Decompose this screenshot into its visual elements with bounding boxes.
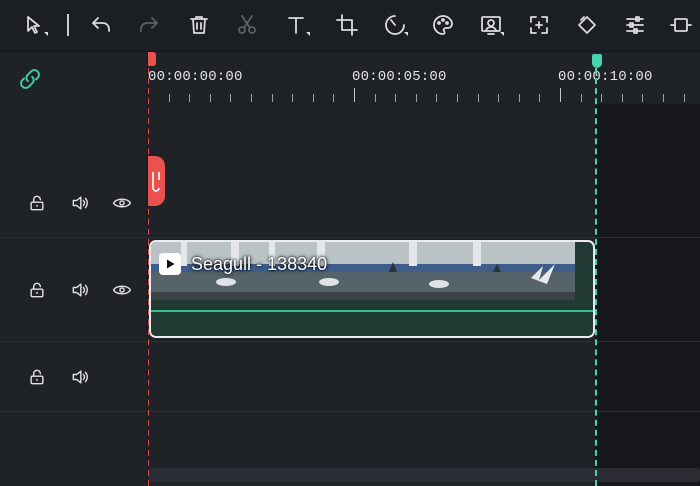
video-clip[interactable]: Seagull - 138340: [149, 240, 595, 338]
ruler-tick: [251, 94, 252, 102]
time-ruler[interactable]: 00:00:00:00 00:00:05:00 00:00:10:00: [148, 52, 700, 104]
ruler-tick: [580, 94, 582, 102]
split-icon: [152, 172, 160, 192]
mute-button[interactable]: [69, 192, 91, 214]
ruler-tick: [642, 94, 644, 102]
expand-icon: [530, 16, 548, 34]
speed-button[interactable]: [380, 10, 410, 40]
ruler-tick: [518, 94, 520, 102]
ruler-tick: [436, 94, 438, 102]
speaker-icon: [72, 283, 88, 297]
lock-icon: [30, 195, 44, 211]
ruler-tick: [663, 94, 664, 102]
ruler-tick: [560, 88, 561, 102]
ruler-tick: [292, 94, 294, 102]
crop-icon: [336, 14, 358, 36]
undo-button[interactable]: [86, 10, 116, 40]
text-button[interactable]: [282, 10, 312, 40]
track-header-panel: [0, 52, 148, 486]
ruler-tick: [333, 94, 335, 102]
ruler-tick: [395, 94, 397, 102]
ruler-tick: [230, 94, 232, 102]
clip-title: Seagull - 138340: [159, 253, 327, 275]
zoom-fit-button[interactable]: [524, 10, 554, 40]
film-icon: [670, 18, 692, 32]
visibility-button[interactable]: [111, 192, 133, 214]
timeline-end-marker: [595, 58, 597, 486]
clip-audio-waveform: [151, 310, 593, 336]
speaker-icon: [72, 370, 88, 384]
timecode-label: 00:00:05:00: [352, 69, 447, 85]
mute-button[interactable]: [69, 279, 91, 301]
ruler-tick: [457, 94, 458, 102]
ruler-tick: [415, 94, 417, 102]
crop-button[interactable]: [332, 10, 362, 40]
clip-name: Seagull - 138340: [191, 253, 328, 274]
ruler-tick: [683, 94, 685, 102]
track-header-2: [0, 238, 148, 342]
redo-button[interactable]: [134, 10, 164, 40]
track-lane-1: [148, 104, 700, 238]
toolbar-divider: [67, 14, 69, 36]
sliders-icon: [626, 16, 644, 34]
split-marker[interactable]: [148, 156, 165, 206]
ruler-tick: [498, 94, 500, 102]
playhead-line[interactable]: [148, 58, 149, 486]
lock-button[interactable]: [26, 192, 48, 214]
track-header-3: [0, 342, 148, 412]
eye-icon: [112, 198, 132, 208]
keyframe-button[interactable]: [572, 10, 602, 40]
scissors-icon: [238, 15, 256, 34]
ruler-tick: [477, 94, 479, 102]
undo-icon: [92, 17, 110, 32]
timeline-toolbar: [0, 0, 700, 52]
horizontal-scrollbar[interactable]: [148, 468, 700, 482]
ruler-tick: [209, 94, 211, 102]
link-button[interactable]: [17, 66, 43, 92]
palette-icon: [433, 15, 453, 35]
mute-button[interactable]: [69, 366, 91, 388]
ruler-tick: [601, 94, 603, 102]
adjust-button[interactable]: [620, 10, 650, 40]
lock-icon: [30, 282, 44, 298]
end-marker-handle[interactable]: [592, 54, 602, 68]
timeline-area[interactable]: 00:00:00:00 00:00:05:00 00:00:10:00 Seag…: [148, 52, 700, 486]
track-lane-3: [148, 342, 700, 412]
ruler-tick: [271, 94, 273, 102]
timecode-label: 00:00:10:00: [558, 69, 653, 85]
select-tool[interactable]: [20, 10, 50, 40]
track-header-1: [0, 152, 148, 238]
timecode-label: 00:00:00:00: [148, 69, 243, 85]
clip-thumbnail: [469, 242, 575, 300]
ruler-tick: [189, 94, 191, 102]
green-screen-button[interactable]: [476, 10, 506, 40]
trash-icon: [190, 16, 208, 34]
lock-button[interactable]: [26, 366, 48, 388]
ruler-tick: [374, 94, 376, 102]
ruler-tick: [312, 94, 314, 102]
keyframe-icon: [578, 16, 596, 34]
link-icon: [20, 69, 40, 89]
eye-icon: [112, 285, 132, 295]
lock-button[interactable]: [26, 279, 48, 301]
ruler-tick: [168, 94, 170, 102]
redo-icon: [140, 17, 158, 32]
clip-thumbnail: [363, 242, 469, 300]
more-button[interactable]: [666, 10, 696, 40]
visibility-button[interactable]: [111, 279, 133, 301]
ruler-tick: [539, 94, 541, 102]
color-button[interactable]: [428, 10, 458, 40]
lock-icon: [30, 369, 44, 385]
ruler-tick: [354, 88, 355, 102]
playhead-handle[interactable]: [148, 52, 156, 66]
ruler-tick: [621, 94, 623, 102]
cut-button[interactable]: [232, 10, 262, 40]
delete-button[interactable]: [184, 10, 214, 40]
play-icon: [159, 253, 181, 275]
speaker-icon: [72, 196, 88, 210]
